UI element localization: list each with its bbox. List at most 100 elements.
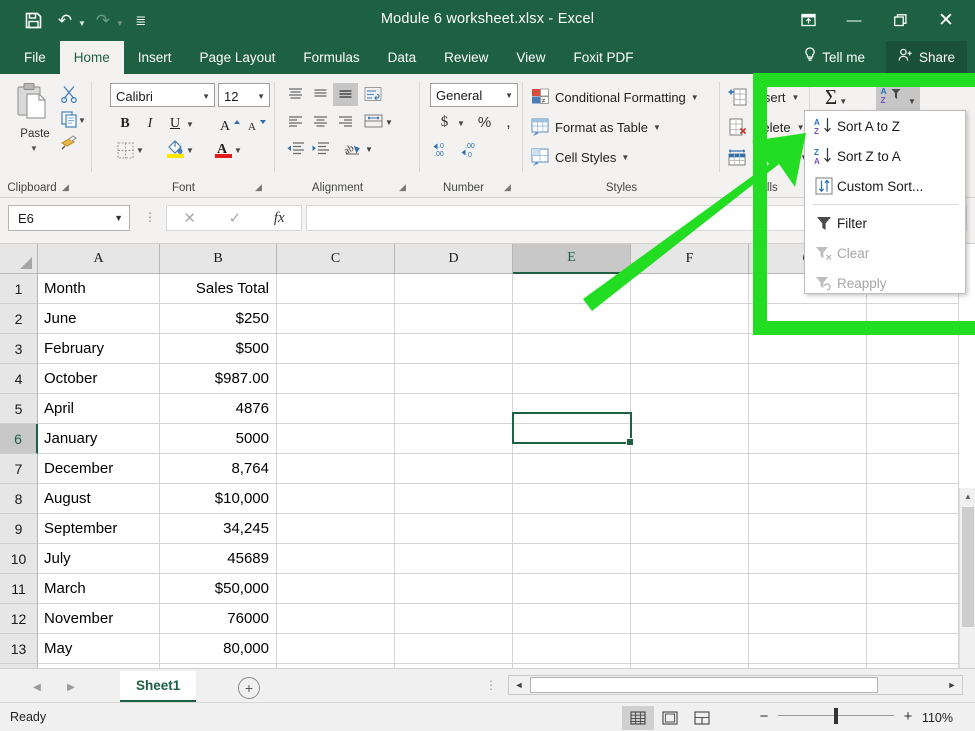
number-format-select[interactable]: General ▼ bbox=[430, 83, 518, 107]
menu-item-reapply[interactable]: Reapply bbox=[805, 268, 965, 298]
format-as-table-chevron-down-icon[interactable]: ▼ bbox=[653, 123, 661, 132]
paste-chevron-down-icon[interactable]: ▼ bbox=[30, 144, 38, 153]
cell-F11[interactable] bbox=[631, 574, 749, 604]
cell-C11[interactable] bbox=[277, 574, 395, 604]
select-all-button[interactable] bbox=[0, 244, 38, 274]
cell-C5[interactable] bbox=[277, 394, 395, 424]
cell-D4[interactable] bbox=[395, 364, 513, 394]
increase-decimal-icon[interactable]: .0.00 bbox=[432, 138, 457, 161]
row-header-7[interactable]: 7 bbox=[0, 454, 38, 484]
enter-formula-icon[interactable]: ✓ bbox=[229, 209, 242, 227]
cell-A10[interactable]: July bbox=[38, 544, 160, 574]
zoom-out-button[interactable]: − bbox=[758, 708, 770, 725]
cell-C4[interactable] bbox=[277, 364, 395, 394]
cell-E1[interactable] bbox=[513, 274, 631, 304]
page-break-preview-icon[interactable] bbox=[686, 706, 718, 730]
cell-G10[interactable] bbox=[749, 544, 867, 574]
borders-icon[interactable] bbox=[112, 138, 138, 162]
decrease-indent-icon[interactable] bbox=[283, 137, 308, 160]
cell-D5[interactable] bbox=[395, 394, 513, 424]
cell-A11[interactable]: March bbox=[38, 574, 160, 604]
cell-D11[interactable] bbox=[395, 574, 513, 604]
cell-D7[interactable] bbox=[395, 454, 513, 484]
fill-handle[interactable] bbox=[626, 438, 634, 446]
column-header-f[interactable]: F bbox=[631, 244, 749, 274]
cell-H4[interactable] bbox=[867, 364, 959, 394]
cell-D8[interactable] bbox=[395, 484, 513, 514]
underline-chevron-down-icon[interactable]: ▼ bbox=[186, 120, 194, 129]
cell-F9[interactable] bbox=[631, 514, 749, 544]
cell-B9[interactable]: 34,245 bbox=[160, 514, 277, 544]
cell-F13[interactable] bbox=[631, 634, 749, 664]
tab-foxit-pdf[interactable]: Foxit PDF bbox=[559, 41, 647, 74]
font-size-input[interactable]: 12 ▼ bbox=[218, 83, 270, 107]
cell-E2[interactable] bbox=[513, 304, 631, 334]
format-cells-button[interactable]: Format ▼ bbox=[728, 144, 808, 171]
tab-split-handle[interactable]: ⋮ bbox=[485, 678, 497, 692]
row-header-5[interactable]: 5 bbox=[0, 394, 38, 424]
clipboard-dialog-launcher-icon[interactable]: ◢ bbox=[62, 182, 69, 193]
cell-styles-button[interactable]: Cell Styles ▼ bbox=[531, 144, 629, 170]
align-left-icon[interactable] bbox=[283, 110, 308, 133]
increase-indent-icon[interactable] bbox=[308, 137, 333, 160]
format-as-table-button[interactable]: Format as Table ▼ bbox=[531, 114, 661, 140]
cell-G2[interactable] bbox=[749, 304, 867, 334]
cell-G13[interactable] bbox=[749, 634, 867, 664]
format-painter-icon[interactable] bbox=[56, 130, 82, 154]
copy-chevron-down-icon[interactable]: ▼ bbox=[78, 116, 86, 125]
merge-and-center-icon[interactable] bbox=[361, 110, 386, 133]
cell-H9[interactable] bbox=[867, 514, 959, 544]
cell-B13[interactable]: 80,000 bbox=[160, 634, 277, 664]
cell-F4[interactable] bbox=[631, 364, 749, 394]
italic-button[interactable]: I bbox=[137, 112, 163, 136]
font-dialog-launcher-icon[interactable]: ◢ bbox=[255, 182, 262, 193]
cell-H8[interactable] bbox=[867, 484, 959, 514]
cell-F12[interactable] bbox=[631, 604, 749, 634]
cell-F7[interactable] bbox=[631, 454, 749, 484]
decrease-font-size-icon[interactable]: A bbox=[244, 112, 270, 136]
cell-F6[interactable] bbox=[631, 424, 749, 454]
row-header-1[interactable]: 1 bbox=[0, 274, 38, 304]
restore-icon[interactable] bbox=[877, 5, 923, 35]
vertical-scroll-thumb[interactable] bbox=[962, 507, 974, 627]
wrap-text-icon[interactable] bbox=[361, 83, 386, 106]
cell-C9[interactable] bbox=[277, 514, 395, 544]
cell-H6[interactable] bbox=[867, 424, 959, 454]
align-middle-icon[interactable] bbox=[308, 83, 333, 106]
tab-home[interactable]: Home bbox=[60, 41, 124, 74]
tab-formulas[interactable]: Formulas bbox=[289, 41, 373, 74]
insert-chevron-down-icon[interactable]: ▼ bbox=[792, 93, 800, 102]
cell-A5[interactable]: April bbox=[38, 394, 160, 424]
font-color-icon[interactable]: A bbox=[210, 136, 236, 160]
paste-icon[interactable] bbox=[14, 82, 54, 128]
cell-B12[interactable]: 76000 bbox=[160, 604, 277, 634]
cell-G7[interactable] bbox=[749, 454, 867, 484]
font-name-input[interactable]: Calibri ▼ bbox=[110, 83, 215, 107]
cell-D10[interactable] bbox=[395, 544, 513, 574]
cell-H5[interactable] bbox=[867, 394, 959, 424]
font-color-chevron-down-icon[interactable]: ▼ bbox=[234, 146, 242, 155]
cell-C13[interactable] bbox=[277, 634, 395, 664]
cell-C10[interactable] bbox=[277, 544, 395, 574]
orientation-chevron-down-icon[interactable]: ▼ bbox=[365, 145, 373, 154]
cell-H11[interactable] bbox=[867, 574, 959, 604]
tab-file[interactable]: File bbox=[10, 41, 60, 74]
cell-B1[interactable]: Sales Total bbox=[160, 274, 277, 304]
cell-A6[interactable]: January bbox=[38, 424, 160, 454]
cell-D12[interactable] bbox=[395, 604, 513, 634]
cell-D13[interactable] bbox=[395, 634, 513, 664]
scroll-left-icon[interactable]: ◄ bbox=[509, 676, 529, 694]
cell-E12[interactable] bbox=[513, 604, 631, 634]
cell-H7[interactable] bbox=[867, 454, 959, 484]
cell-C3[interactable] bbox=[277, 334, 395, 364]
scroll-up-icon[interactable]: ▲ bbox=[960, 488, 975, 505]
row-header-12[interactable]: 12 bbox=[0, 604, 38, 634]
cell-E13[interactable] bbox=[513, 634, 631, 664]
cell-C6[interactable] bbox=[277, 424, 395, 454]
cell-E6[interactable] bbox=[513, 424, 631, 454]
orientation-icon[interactable]: ab bbox=[341, 137, 366, 160]
tab-review[interactable]: Review bbox=[430, 41, 502, 74]
menu-item-sort-z-to-a[interactable]: ZA Sort Z to A bbox=[805, 141, 965, 171]
insert-function-icon[interactable]: fx bbox=[274, 210, 285, 227]
cell-A1[interactable]: Month bbox=[38, 274, 160, 304]
